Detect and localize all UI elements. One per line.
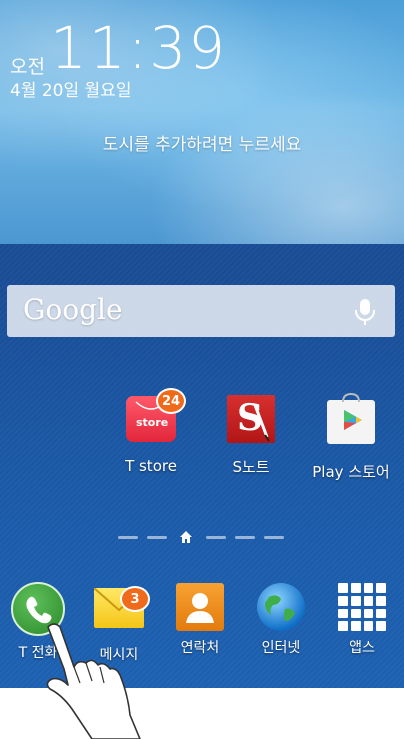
page-dot xyxy=(206,536,226,539)
dock-label: 앱스 xyxy=(349,640,375,656)
page-indicator[interactable] xyxy=(118,531,288,543)
clock-weather-widget[interactable]: 오전 11:39 4월 20일 월요일 도시를 추가하려면 누르세요 xyxy=(0,0,404,244)
google-logo: Google xyxy=(23,293,123,326)
page-dot xyxy=(264,536,284,539)
app-label: Play 스토어 xyxy=(312,463,390,481)
dock-internet[interactable]: 인터넷 xyxy=(236,582,326,657)
globe-icon xyxy=(257,583,305,631)
clock-ampm: 오전 xyxy=(10,56,45,78)
contacts-icon xyxy=(176,583,224,631)
page-dot xyxy=(235,536,255,539)
apps-grid-icon xyxy=(338,583,386,631)
add-city-prompt[interactable]: 도시를 추가하려면 누르세요 xyxy=(0,130,404,155)
google-search-bar[interactable]: Google xyxy=(7,285,395,337)
page-dot xyxy=(147,536,167,539)
pointing-hand-icon xyxy=(46,623,141,739)
app-t-store[interactable]: store 24 T store xyxy=(106,388,196,475)
notification-badge: 24 xyxy=(156,388,186,414)
home-page-icon xyxy=(180,531,192,543)
app-s-note[interactable]: S S노트 xyxy=(206,392,296,477)
dock-label: 인터넷 xyxy=(261,640,301,656)
play-store-icon xyxy=(327,392,375,444)
clock-date: 4월 20일 월요일 xyxy=(10,81,132,101)
clock-time: 11:39 xyxy=(50,14,228,82)
app-label: S노트 xyxy=(232,458,270,476)
app-play-store[interactable]: Play 스토어 xyxy=(306,392,396,482)
page-dot xyxy=(118,536,138,539)
dock-apps[interactable]: 앱스 xyxy=(317,582,404,657)
home-screen: 오전 11:39 4월 20일 월요일 도시를 추가하려면 누르세요 Googl… xyxy=(0,0,404,688)
tstore-tile-text: store xyxy=(136,416,169,429)
mic-icon[interactable] xyxy=(353,297,377,327)
snote-icon: S xyxy=(227,395,275,443)
app-label: T store xyxy=(125,457,177,475)
